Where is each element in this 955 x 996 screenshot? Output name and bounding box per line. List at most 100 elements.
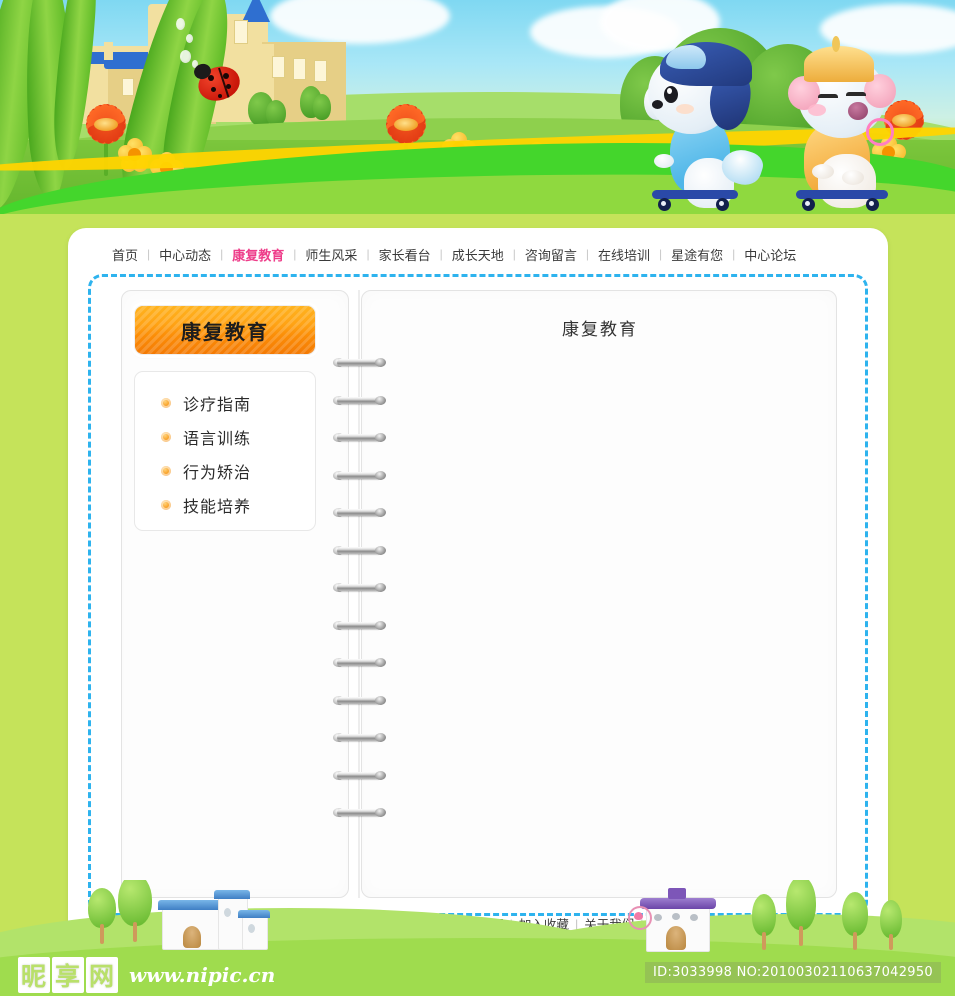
watermark-char-2: 享 — [52, 957, 85, 993]
category-title-button[interactable]: 康复教育 — [134, 305, 316, 355]
castle-window — [293, 58, 306, 80]
notebook-right-page: 康复教育 — [361, 290, 837, 898]
puppy-cap-highlight — [666, 45, 706, 69]
page-root: 首页 | 中心动态 | 康复教育 | 师生风采 | 家长看台 | 成长天地 | 咨询留言 | 在线培训 | 星途… — [0, 0, 955, 996]
sidebar-item-label: 语言训练 — [183, 429, 252, 448]
nav-item-9[interactable]: 中心论坛 — [744, 245, 796, 264]
house-purple-roof — [628, 888, 718, 952]
notebook-ring — [333, 545, 386, 555]
nav-separator: | — [585, 247, 589, 261]
notebook-ring — [333, 808, 386, 817]
sidebar-item-0[interactable]: 诊疗指南 — [135, 386, 315, 420]
watermark-char-3: 网 — [86, 957, 119, 993]
nav-separator: | — [147, 247, 151, 261]
notebook-ring — [333, 470, 386, 480]
watermark-id-badge: ID:3033998 NO:20100302110637042950 — [645, 962, 941, 983]
tree-icon — [88, 888, 116, 944]
house-blue-roof — [158, 890, 270, 950]
notebook-ring — [333, 733, 386, 742]
dew-drop-icon — [176, 18, 185, 30]
notebook-ring — [333, 658, 386, 667]
dew-drop-icon — [186, 34, 193, 43]
skateboard-wheel — [866, 198, 879, 211]
bubble-icon — [866, 118, 894, 146]
castle-window — [234, 20, 248, 44]
skateboard-wheel — [802, 198, 815, 211]
bullet-icon — [161, 500, 171, 510]
castle-window — [272, 56, 285, 78]
puppy-eye-shine — [667, 88, 672, 94]
notebook-ring — [333, 770, 386, 780]
notebook-ring — [333, 508, 386, 517]
notebook-left-page: 康复教育 诊疗指南语言训练行为矫治技能培养 — [121, 290, 349, 898]
kitty-yellow-character — [788, 36, 920, 212]
bullet-icon — [161, 466, 171, 476]
nav-item-8[interactable]: 星途有您 — [671, 245, 723, 264]
nav-separator: | — [512, 247, 516, 261]
skateboard-wheel — [716, 198, 729, 211]
tree-icon — [786, 880, 816, 948]
nav-item-7[interactable]: 在线培训 — [598, 245, 650, 264]
kitty-eye-closed — [818, 94, 838, 98]
notebook: 康复教育 诊疗指南语言训练行为矫治技能培养 康复教育 — [121, 290, 837, 898]
bullet-icon — [161, 398, 171, 408]
sidebar-item-2[interactable]: 行为矫治 — [135, 454, 315, 488]
notebook-ring — [333, 395, 386, 405]
page-title: 康复教育 — [562, 320, 638, 340]
nav-item-6[interactable]: 咨询留言 — [525, 245, 577, 264]
tree-icon — [752, 894, 776, 950]
tree-icon — [880, 900, 902, 950]
notebook-ring — [333, 695, 386, 705]
notebook-spine — [358, 290, 360, 898]
puppy-cheek — [676, 104, 694, 114]
tree-icon — [118, 880, 152, 944]
category-title-label: 康复教育 — [181, 319, 269, 344]
sidebar-item-3[interactable]: 技能培养 — [135, 488, 315, 522]
notebook-ring — [333, 433, 386, 442]
kitty-cap — [804, 46, 874, 82]
nav-separator: | — [732, 247, 736, 261]
notebook-ring — [333, 620, 386, 630]
watermark-url: www.nipic.cn — [129, 963, 276, 987]
nav-item-4[interactable]: 家长看台 — [379, 245, 431, 264]
castle-window — [122, 78, 134, 96]
sidebar-item-label: 行为矫治 — [183, 463, 252, 482]
nav-item-1[interactable]: 中心动态 — [159, 245, 211, 264]
site-watermark: 昵享网 www.nipic.cn — [18, 957, 275, 993]
nav-separator: | — [366, 247, 370, 261]
nav-separator: | — [220, 247, 224, 261]
tree-icon — [842, 892, 868, 950]
watermark-char-1: 昵 — [18, 957, 51, 993]
castle-chimney — [104, 42, 113, 60]
watermark-logo: 昵享网 — [18, 957, 120, 993]
header-banner-illustration — [0, 0, 955, 214]
notebook-ring — [333, 583, 386, 592]
tree-icon — [313, 94, 331, 120]
puppy-nose — [652, 100, 663, 109]
bullet-icon — [161, 432, 171, 442]
notebook-ring — [333, 358, 386, 367]
dew-drop-icon — [180, 50, 191, 63]
primary-navigation: 首页 | 中心动态 | 康复教育 | 师生风采 | 家长看台 | 成长天地 | 咨询留言 | 在线培训 | 星途… — [68, 238, 888, 270]
ladybug-icon — [192, 61, 245, 106]
kitty-mouth — [848, 102, 868, 120]
sidebar-menu: 诊疗指南语言训练行为矫治技能培养 — [134, 371, 316, 531]
sidebar-item-1[interactable]: 语言训练 — [135, 420, 315, 454]
kitty-paw — [812, 164, 834, 179]
puppy-paw — [654, 154, 674, 168]
nav-item-3[interactable]: 师生风采 — [305, 245, 357, 264]
kitty-paw — [842, 170, 864, 185]
puppy-blue-character — [640, 42, 770, 212]
main-content-panel: 首页 | 中心动态 | 康复教育 | 师生风采 | 家长看台 | 成长天地 | 咨询留言 | 在线培训 | 星途… — [68, 228, 888, 948]
nav-item-2[interactable]: 康复教育 — [232, 245, 284, 264]
content-body — [386, 351, 814, 871]
nav-separator: | — [439, 247, 443, 261]
kitty-cap-stem — [832, 36, 840, 52]
nav-separator: | — [659, 247, 663, 261]
nav-item-0[interactable]: 首页 — [112, 245, 138, 264]
sidebar-item-label: 技能培养 — [183, 497, 252, 516]
sidebar-item-label: 诊疗指南 — [183, 395, 252, 414]
kitty-cheek — [808, 104, 826, 116]
kitty-eye-closed — [846, 92, 866, 96]
nav-item-5[interactable]: 成长天地 — [452, 245, 504, 264]
